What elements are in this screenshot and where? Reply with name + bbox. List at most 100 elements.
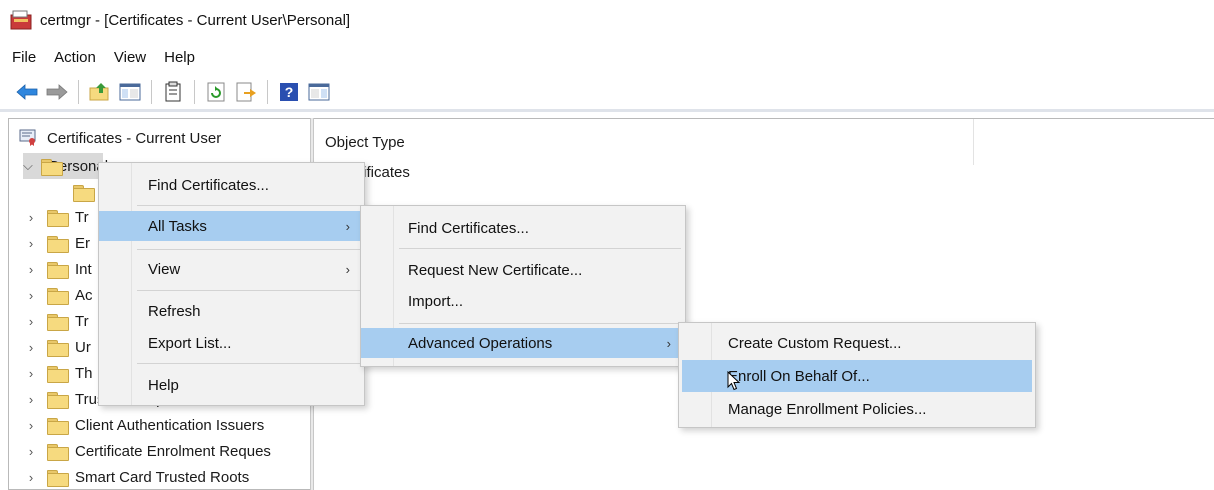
chevron-right-icon[interactable]: › [23,340,39,355]
tree-item[interactable]: › Tr [23,308,89,334]
tree-root[interactable]: Certificates - Current User [19,125,221,151]
folder-icon [47,287,69,305]
column-header-label: Object Type [325,133,405,151]
tree-item[interactable]: › Ac [23,282,93,308]
submenu-arrow-icon: › [666,335,671,351]
context-menu-item-view[interactable]: View › [99,254,364,284]
folder-icon [47,391,69,409]
menu-view[interactable]: View [114,49,146,66]
menu-item-label: Refresh [148,302,201,320]
certmgr-app-icon [10,10,32,30]
tree-item[interactable]: › Ur [23,334,91,360]
chevron-right-icon[interactable]: › [23,236,39,251]
tree-item[interactable]: › Int [23,256,92,282]
help-icon[interactable]: ? [276,80,302,104]
folder-icon [47,365,69,383]
submenu-item-request-new-certificate[interactable]: Request New Certificate... [361,255,685,285]
tree-item-label: Ur [75,338,91,356]
context-menu: Find Certificates... All Tasks › View › … [98,162,365,406]
tree-item-label: Smart Card Trusted Roots [75,468,250,486]
context-menu-item-export-list[interactable]: Export List... [99,328,364,358]
tree-item-label: Certificate Enrolment Reques [75,442,271,460]
tree-item-personal[interactable]: ⌵ Personal [23,153,108,179]
submenu-item-find-certificates[interactable]: Find Certificates... [361,213,685,243]
menu-separator [137,363,360,364]
tree-item[interactable]: › Th [23,360,93,386]
folder-icon [73,184,95,202]
toolbar-separator [267,79,268,104]
column-header-object-type[interactable]: Object Type [314,119,974,165]
context-menu-item-refresh[interactable]: Refresh [99,296,364,326]
submenu-item-create-custom-request[interactable]: Create Custom Request... [679,328,1035,358]
tree-item-client-authentication-issuers[interactable]: › Client Authentication Issuers [23,412,264,438]
chevron-right-icon[interactable]: › [23,392,39,407]
menu-bar: File Action View Help [0,40,1214,74]
context-menu-item-find-certificates[interactable]: Find Certificates... [99,170,364,200]
folder-icon [47,209,69,227]
tree-item-personal-certificates[interactable] [73,179,101,205]
export-list-icon[interactable] [233,80,259,104]
show-action-pane-icon[interactable] [306,80,332,104]
menu-item-label: Enroll On Behalf Of... [728,367,870,385]
menu-item-label: Request New Certificate... [408,261,583,279]
submenu-arrow-icon: › [345,218,350,234]
context-menu-item-all-tasks[interactable]: All Tasks › [99,211,364,241]
refresh-icon[interactable] [203,80,229,104]
submenu-item-import[interactable]: Import... [361,286,685,316]
tree-item-label: Tr [75,312,89,330]
submenu-item-advanced-operations[interactable]: Advanced Operations › [361,328,685,358]
chevron-right-icon[interactable]: › [23,314,39,329]
title-bar: certmgr - [Certificates - Current User\P… [0,0,1214,40]
chevron-down-icon[interactable]: ⌵ [23,158,33,174]
show-hide-console-tree-icon[interactable] [117,80,143,104]
window-title: certmgr - [Certificates - Current User\P… [40,11,351,29]
tree-item[interactable]: › Er [23,230,90,256]
chevron-right-icon[interactable]: › [23,288,39,303]
folder-icon [47,261,69,279]
back-icon[interactable] [14,80,40,104]
menu-item-label: Find Certificates... [408,219,529,237]
svg-text:?: ? [285,84,294,100]
menu-action[interactable]: Action [54,49,96,66]
tree-item-label: Th [75,364,93,382]
certificates-snapin-icon [19,129,39,147]
chevron-right-icon[interactable]: › [23,262,39,277]
menu-item-label: Find Certificates... [148,176,269,194]
menu-separator [399,323,681,324]
chevron-right-icon[interactable]: › [23,470,39,485]
folder-icon [47,443,69,461]
menu-separator [399,248,681,249]
menu-separator [137,290,360,291]
menu-item-label: Import... [408,292,464,310]
tree-item-label: Ac [75,286,93,304]
toolbar-separator [78,79,79,104]
menu-item-label: Manage Enrollment Policies... [728,400,927,418]
context-menu-item-help[interactable]: Help [99,370,364,400]
chevron-right-icon[interactable]: › [23,444,39,459]
tree-item-smart-card-trusted-roots[interactable]: › Smart Card Trusted Roots [23,464,250,489]
menu-help[interactable]: Help [164,49,195,66]
menu-item-label: Export List... [148,334,232,352]
chevron-right-icon[interactable]: › [23,418,39,433]
chevron-right-icon[interactable]: › [23,366,39,381]
tree-item-certificate-enrolment-requests[interactable]: › Certificate Enrolment Reques [23,438,271,464]
chevron-right-icon[interactable]: › [23,210,39,225]
folder-icon [47,417,69,435]
folder-icon [47,469,69,487]
submenu-item-manage-enrollment-policies[interactable]: Manage Enrollment Policies... [679,394,1035,424]
up-folder-icon[interactable] [87,80,113,104]
all-tasks-submenu: Find Certificates... Request New Certifi… [360,205,686,367]
folder-icon [47,235,69,253]
menu-item-label: Help [148,376,179,394]
menu-item-label: Create Custom Request... [728,334,902,352]
tree-item[interactable]: › Tr [23,204,89,230]
toolbar-separator [194,79,195,104]
tree-item-label: Client Authentication Issuers [75,416,265,434]
toolbar-separator [151,79,152,104]
properties-icon[interactable] [160,80,186,104]
menu-file[interactable]: File [12,49,36,66]
mouse-pointer-icon [727,370,741,395]
folder-icon [47,313,69,331]
forward-icon[interactable] [44,80,70,104]
menu-separator [137,249,360,250]
